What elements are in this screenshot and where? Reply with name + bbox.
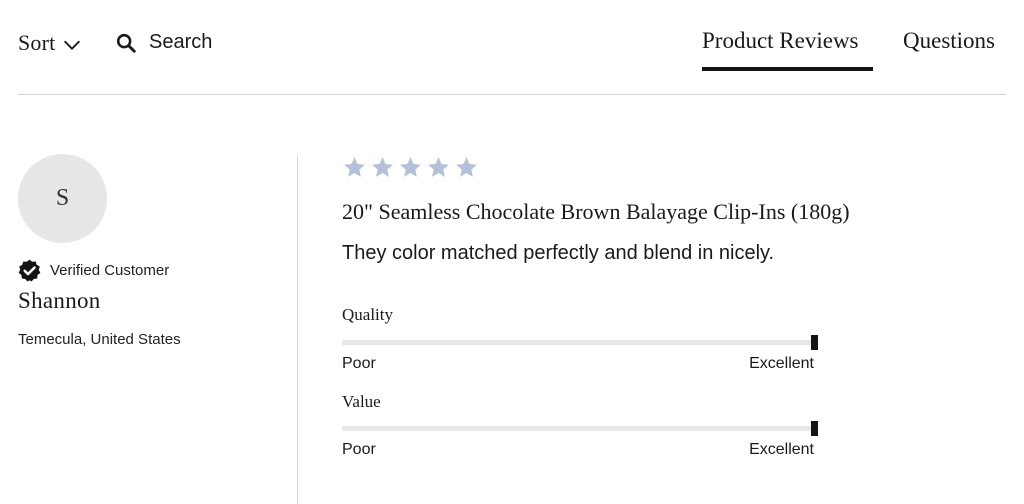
scale-min-label: Poor [342, 355, 376, 372]
tab-questions[interactable]: Questions [903, 28, 995, 54]
value-scale-labels: Poor Excellent [342, 441, 814, 459]
star-icon [344, 157, 365, 177]
scale-max-label: Excellent [749, 441, 814, 458]
verified-badge-icon [18, 259, 41, 282]
sort-dropdown[interactable]: Sort [18, 30, 83, 56]
metric-label-quality: Quality [342, 305, 393, 324]
star-icon [428, 157, 449, 177]
search-button[interactable]: Search [115, 31, 212, 54]
search-label: Search [149, 31, 213, 53]
search-icon [116, 33, 136, 53]
quality-slider-marker [811, 335, 818, 350]
scale-max-label: Excellent [749, 355, 814, 372]
star-rating [342, 155, 479, 180]
chevron-down-icon [64, 40, 81, 50]
value-slider-track [342, 421, 818, 436]
column-divider [297, 155, 298, 504]
review-body: They color matched perfectly and blend i… [342, 242, 775, 264]
quality-scale-labels: Poor Excellent [342, 355, 814, 373]
tab-product-reviews[interactable]: Product Reviews [702, 28, 859, 54]
header-divider [18, 94, 1006, 95]
star-icon [372, 157, 393, 177]
avatar: S [18, 154, 107, 243]
reviewer-name: Shannon [18, 288, 101, 313]
review-product-title: 20" Seamless Chocolate Brown Balayage Cl… [342, 199, 850, 224]
star-icon [400, 157, 421, 177]
active-tab-indicator [702, 67, 873, 71]
quality-slider-track [342, 335, 818, 350]
reviewer-location: Temecula, United States [18, 331, 181, 348]
verified-customer-badge: Verified Customer [17, 258, 169, 283]
verified-label: Verified Customer [50, 262, 170, 279]
star-icon [456, 157, 477, 177]
metric-label-value: Value [342, 392, 381, 411]
value-slider-marker [811, 421, 818, 436]
review-toolbar: Sort Search Product Reviews Questions [0, 0, 1024, 96]
scale-min-label: Poor [342, 441, 376, 458]
sort-label: Sort [18, 30, 56, 55]
